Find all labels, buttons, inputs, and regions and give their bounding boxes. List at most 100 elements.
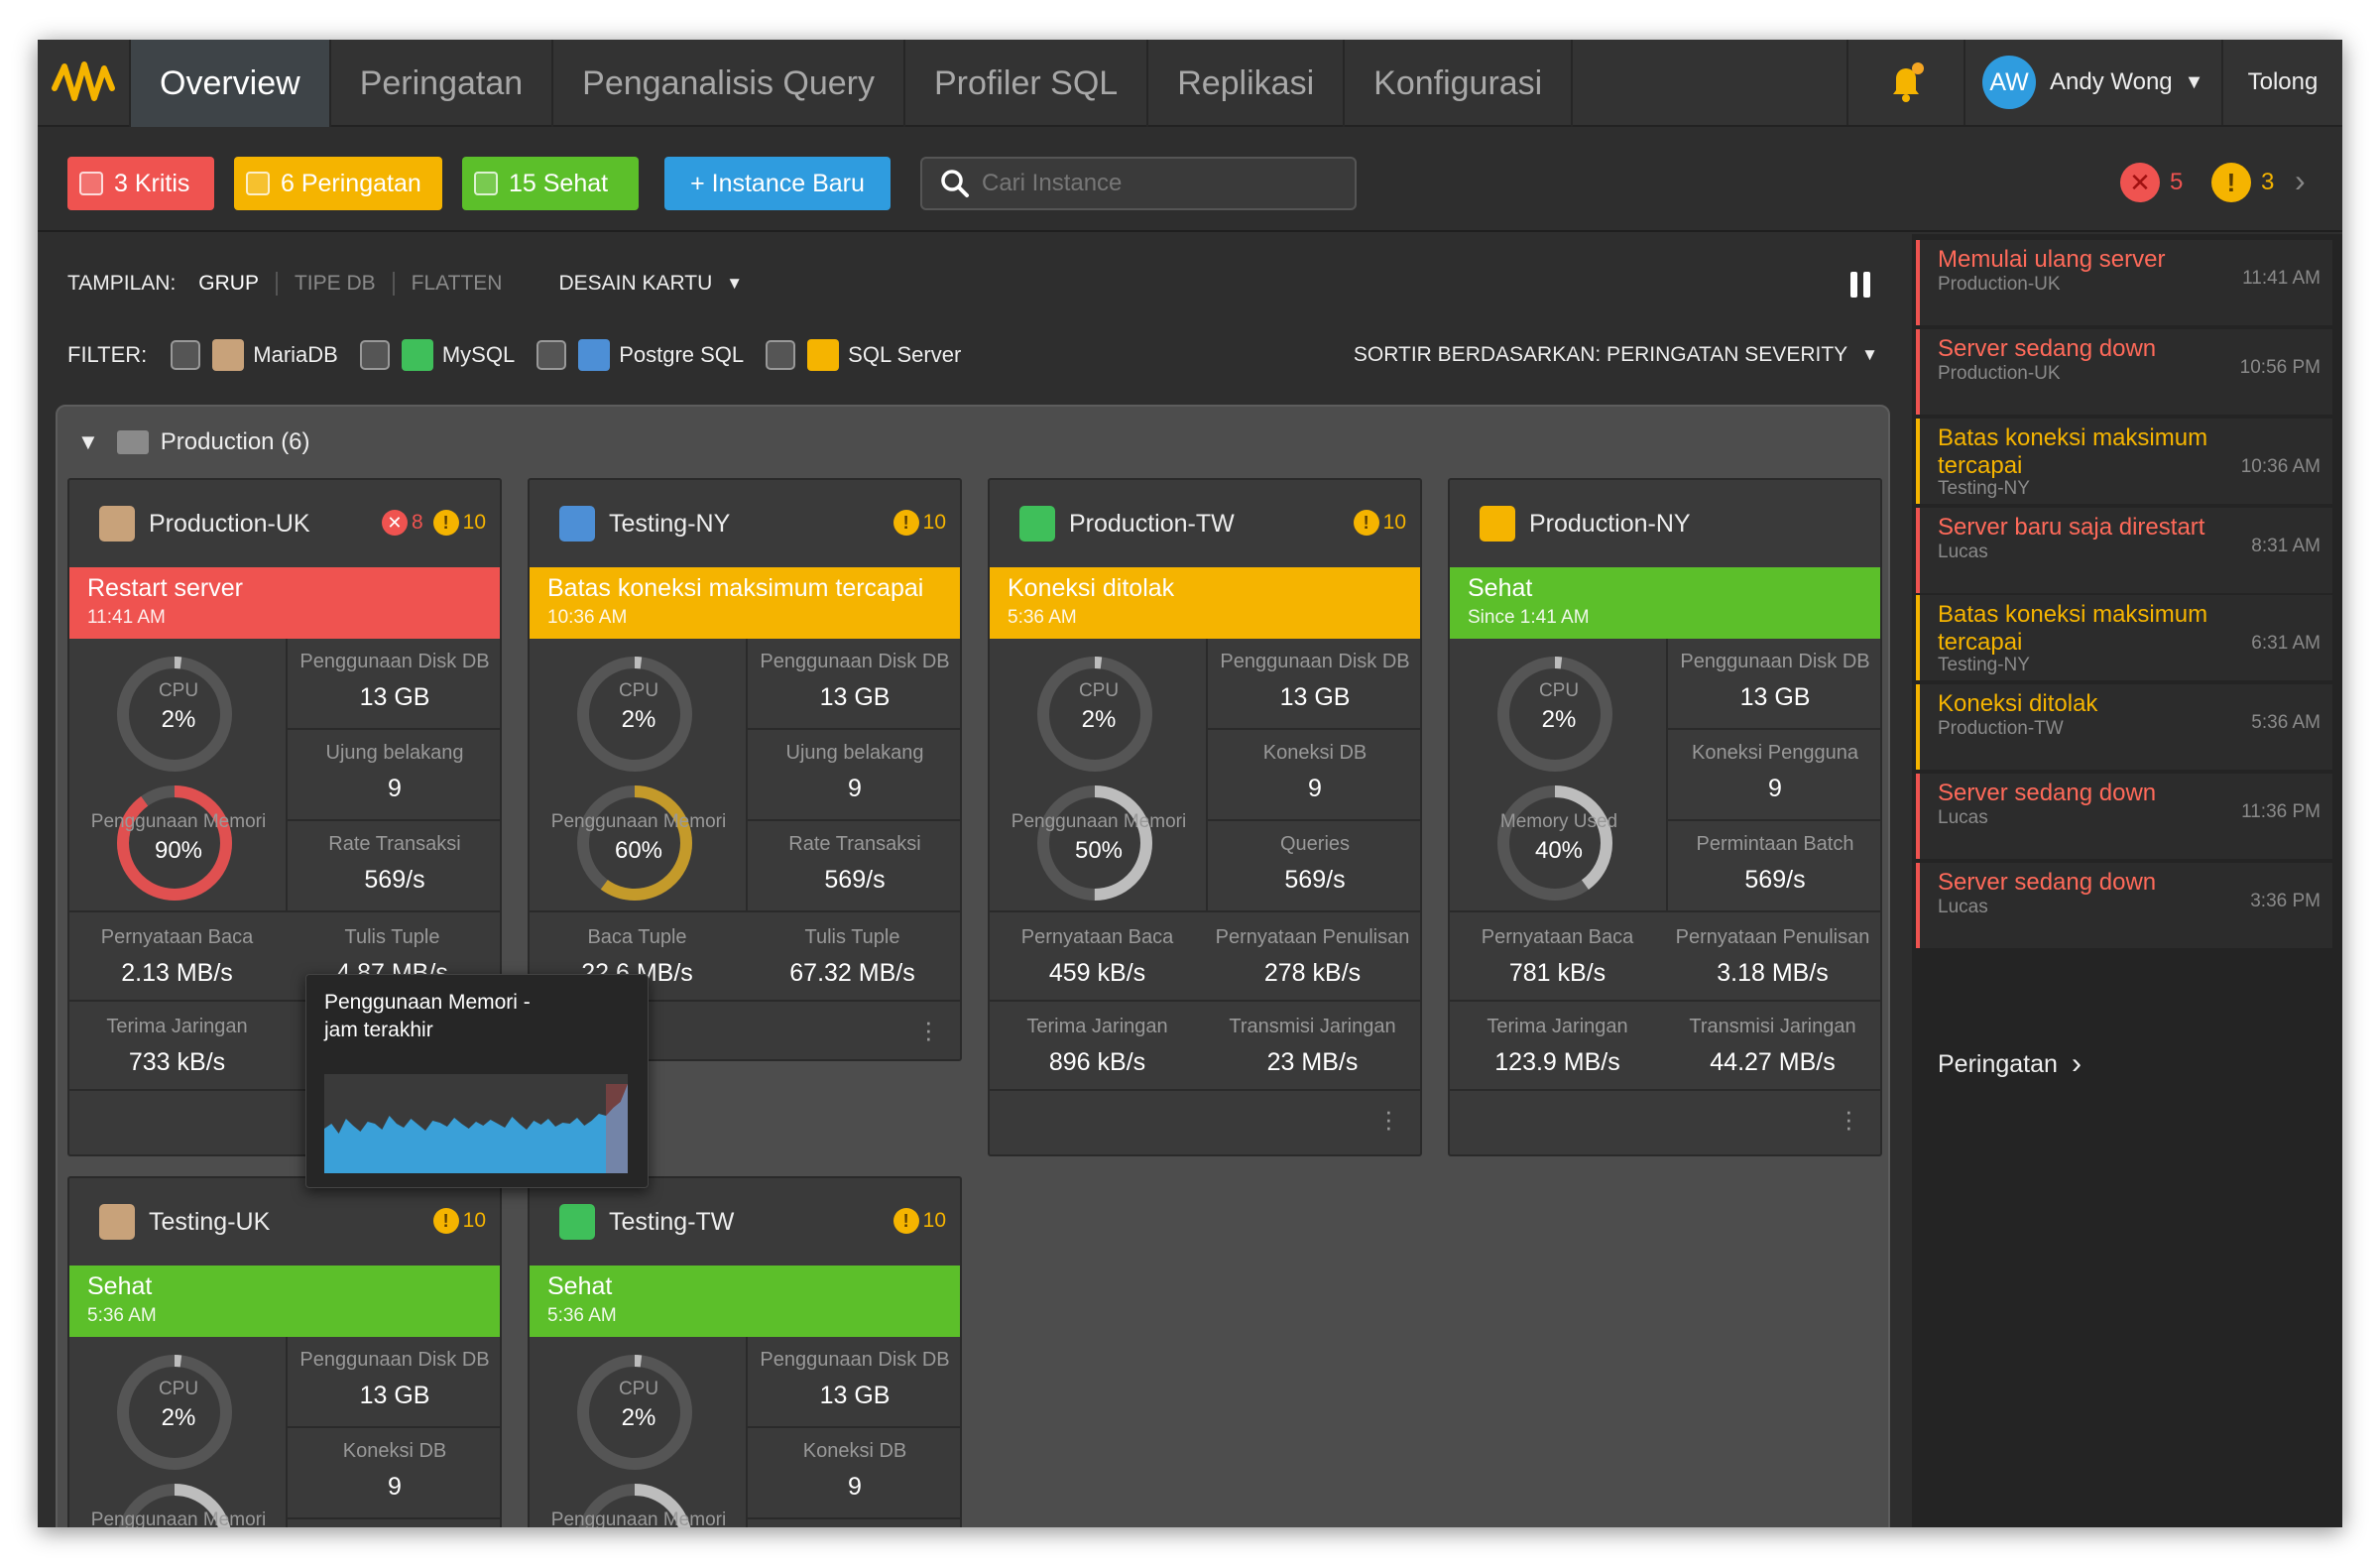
cpu-label: CPU	[158, 680, 199, 701]
cpu-value: 2%	[1081, 706, 1117, 733]
view-option-flatten[interactable]: FLATTEN	[395, 272, 520, 296]
checkbox-icon	[474, 172, 498, 195]
alert-source: Lucas	[1938, 897, 1988, 917]
card-header: Production-TW ! 10	[990, 480, 1420, 567]
warning-count: 10	[922, 511, 946, 534]
instance-card[interactable]: Production-TW ! 10 Koneksi ditolak 5:36 A…	[988, 478, 1422, 1156]
card-title: Production-UK	[149, 509, 310, 538]
help-link[interactable]: Tolong	[2223, 40, 2342, 125]
alerts-link-label: Peringatan	[1938, 1049, 2058, 1078]
alert-title: Koneksi ditolak	[1938, 690, 2098, 717]
card-header: Production-NY	[1450, 480, 1880, 567]
metric-cell: Pernyataan Baca 781 kB/s	[1450, 912, 1665, 1000]
metric-value: 13 GB	[359, 683, 430, 711]
error-count: 5	[2170, 169, 2184, 195]
cpu-label-block: CPU 2%	[1450, 680, 1668, 734]
alert-time: 3:36 PM	[2250, 891, 2320, 911]
filter-checkbox-postgres[interactable]	[536, 340, 567, 370]
metric-label: Koneksi DB	[1262, 742, 1368, 764]
alert-title: Server sedang down	[1938, 780, 2157, 806]
alert-source: Lucas	[1938, 542, 1988, 562]
memory-label: Penggunaan Memori	[550, 811, 727, 832]
tab-peringatan[interactable]: Peringatan	[331, 40, 554, 127]
more-options-icon[interactable]: ···	[924, 1009, 933, 1050]
cpu-value: 2%	[621, 1404, 656, 1431]
alert-item[interactable]: Koneksi ditolak Production-TW 5:36 AM	[1916, 684, 2332, 770]
error-summary[interactable]: ✕ 5	[2120, 163, 2183, 202]
alert-item[interactable]: Server sedang down Lucas 11:36 PM	[1916, 774, 2332, 859]
metric-cell: Ujung belakang 9	[746, 730, 960, 821]
metric-value: 13 GB	[1739, 683, 1811, 711]
more-options-icon[interactable]: ···	[1384, 1098, 1393, 1140]
app-logo-icon[interactable]	[38, 40, 131, 127]
instance-card[interactable]: Testing-TW ! 10 Sehat 5:36 AM CPU 2% Pengg…	[528, 1176, 962, 1527]
notification-bell-icon[interactable]	[1846, 40, 1965, 125]
alerts-link[interactable]: Peringatan ›	[1938, 1047, 2082, 1081]
search-input[interactable]: Cari Instance	[920, 157, 1357, 210]
cpu-label: CPU	[1538, 680, 1580, 701]
new-instance-button[interactable]: + Instance Baru	[664, 157, 891, 210]
healthy-filter-button[interactable]: 15 Sehat	[462, 157, 639, 210]
card-title: Testing-NY	[609, 509, 731, 538]
alert-item[interactable]: Batas koneksi maksimum tercapai Testing-…	[1916, 595, 2332, 680]
metric-cell: Koneksi DB 9	[746, 1428, 960, 1519]
tab-konfigurasi[interactable]: Konfigurasi	[1345, 40, 1574, 127]
metric-cell: Penggunaan Disk DB 13 GB	[746, 639, 960, 730]
metric-cell: Terima Jaringan 733 kB/s	[69, 1002, 285, 1089]
pause-icon[interactable]	[1850, 272, 1870, 298]
sort-dropdown[interactable]: SORTIR BERDASARKAN: PERINGATAN SEVERITY …	[1354, 343, 1882, 367]
card-badges: ! 10	[892, 1208, 946, 1234]
filter-checkbox-sqlserver[interactable]	[766, 340, 796, 370]
db-type-icon	[1480, 506, 1515, 542]
critical-label: 3 Kritis	[114, 169, 190, 197]
metric-cell: Terima Jaringan 896 kB/s	[990, 1002, 1205, 1089]
metric-label: Terima Jaringan	[1026, 1016, 1168, 1037]
alert-item[interactable]: Memulai ulang server Production-UK 11:41…	[1916, 240, 2332, 325]
warning-summary[interactable]: ! 3	[2211, 163, 2274, 202]
instance-card[interactable]: Production-NY Sehat Since 1:41 AM CPU 2% …	[1448, 478, 1882, 1156]
memory-value: 90%	[154, 837, 203, 864]
warning-count: 10	[462, 1209, 486, 1232]
user-menu[interactable]: AW Andy Wong ▼	[1965, 40, 2223, 125]
metric-label: Terima Jaringan	[1487, 1016, 1628, 1037]
avatar: AW	[1982, 56, 2036, 109]
alert-item[interactable]: Server sedang down Production-UK 10:56 P…	[1916, 329, 2332, 415]
alert-item[interactable]: Server baru saja direstart Lucas 8:31 AM	[1916, 508, 2332, 593]
metric-cell: Penggunaan Disk DB 13 GB	[286, 1337, 500, 1428]
instance-card[interactable]: Testing-UK ! 10 Sehat 5:36 AM CPU 2% Pengg…	[67, 1176, 502, 1527]
alert-item[interactable]: Batas koneksi maksimum tercapai Testing-…	[1916, 419, 2332, 504]
view-option-tipe-db[interactable]: TIPE DB	[278, 272, 395, 296]
tab-penganalisis-query[interactable]: Penganalisis Query	[553, 40, 905, 127]
alert-item[interactable]: Server sedang down Lucas 3:36 PM	[1916, 863, 2332, 948]
db-type-icon	[1019, 506, 1055, 542]
cpu-label: CPU	[618, 680, 659, 701]
metric-cell	[746, 1519, 960, 1527]
tab-replikasi[interactable]: Replikasi	[1148, 40, 1346, 127]
metric-cell: Rate Transaksi 569/s	[746, 821, 960, 912]
group-header[interactable]: ▼ Production (6)	[77, 428, 310, 456]
memory-value: 40%	[1534, 837, 1584, 864]
metric-value: 123.9 MB/s	[1494, 1048, 1620, 1076]
status-time: 5:36 AM	[87, 1305, 157, 1326]
main-content: TAMPILAN: GRUP TIPE DB FLATTEN DESAIN KA…	[38, 234, 1902, 1527]
metric-label: Tulis Tuple	[804, 926, 900, 948]
metric-cell: Koneksi DB 9	[1206, 730, 1420, 821]
metric-value: 569/s	[824, 866, 886, 894]
alert-source: Testing-NY	[1938, 655, 2030, 675]
view-option-grup[interactable]: GRUP	[181, 272, 278, 296]
more-options-icon[interactable]: ···	[1844, 1098, 1853, 1140]
metric-cell: Transmisi Jaringan 23 MB/s	[1205, 1002, 1420, 1089]
warning-filter-button[interactable]: 6 Peringatan	[234, 157, 442, 210]
filter-checkbox-mysql[interactable]	[359, 340, 390, 370]
alert-title: Batas koneksi maksimum tercapai	[1938, 424, 2208, 479]
tab-profiler-sql[interactable]: Profiler SQL	[905, 40, 1149, 127]
critical-filter-button[interactable]: 3 Kritis	[67, 157, 214, 210]
chevron-right-icon[interactable]: ›	[2295, 163, 2306, 199]
filter-checkbox-mariadb[interactable]	[171, 340, 201, 370]
filter-sqlserver-label: SQL Server	[848, 342, 962, 367]
sparkline-highlight	[606, 1084, 628, 1173]
card-design-dropdown[interactable]: DESAIN KARTU ▼	[558, 272, 743, 296]
db-type-icon	[99, 1204, 135, 1240]
tab-overview[interactable]: Overview	[131, 40, 331, 127]
